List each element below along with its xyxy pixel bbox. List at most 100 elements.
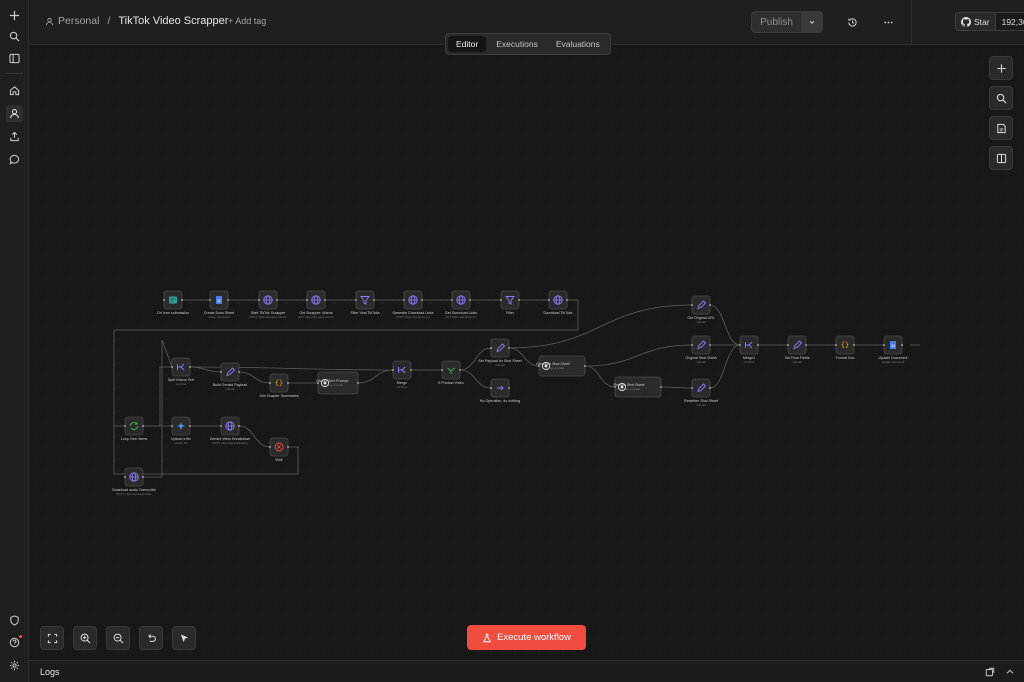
input-port[interactable]: [499, 298, 503, 302]
workflow-node[interactable]: Filter Viral TikToks: [350, 290, 380, 315]
input-port[interactable]: [170, 424, 174, 428]
output-port[interactable]: [237, 424, 241, 428]
connection-edge[interactable]: [238, 371, 271, 384]
workflow-node[interactable]: Download audio TranscribePOST: https://a…: [112, 467, 156, 496]
connection-edge[interactable]: [189, 366, 394, 371]
input-port[interactable]: [834, 343, 838, 347]
toggle-panel-button[interactable]: [989, 146, 1013, 170]
node-box[interactable]: [220, 362, 240, 382]
output-port[interactable]: [188, 424, 192, 428]
sticky-note-button[interactable]: [989, 116, 1013, 140]
input-port[interactable]: [219, 370, 223, 374]
output-port[interactable]: [226, 298, 230, 302]
output-port[interactable]: [804, 343, 808, 347]
output-port[interactable]: [852, 343, 856, 347]
input-port[interactable]: [268, 381, 272, 385]
pointer-mode-button[interactable]: [172, 626, 196, 650]
output-port[interactable]: [708, 343, 712, 347]
search-nodes-button[interactable]: [989, 86, 1013, 110]
connection-edge[interactable]: [459, 369, 492, 389]
workflow-node[interactable]: If Product Video: [438, 360, 464, 385]
output-port[interactable]: [286, 445, 290, 449]
input-port[interactable]: [489, 346, 493, 350]
node-box[interactable]: [490, 338, 510, 358]
workflow-node[interactable]: Get Download LinksGET: https://api.apify…: [445, 290, 478, 319]
workflow-node[interactable]: {} Join Chapter Summaries: [259, 373, 299, 398]
workflow-node[interactable]: Download TikToks: [544, 290, 573, 315]
workflow-node[interactable]: Set Final Fieldsmanual: [785, 335, 810, 364]
node-box[interactable]: [124, 416, 144, 436]
input-port[interactable]: [268, 445, 272, 449]
input-port[interactable]: [440, 368, 444, 372]
output-port[interactable]: [323, 298, 327, 302]
output-port[interactable]: [237, 370, 241, 374]
tab-evaluations[interactable]: Evaluations: [548, 36, 608, 52]
input-port[interactable]: [123, 424, 127, 428]
workflow-node[interactable]: Rewritten Shot Sheetmanual: [684, 378, 718, 407]
input-port[interactable]: [690, 386, 694, 390]
workflow-node[interactable]: Gemini Video BreakdownPOST: https://gene…: [210, 416, 251, 445]
workflow-node[interactable]: Generate Download LinksPOST: https://api…: [392, 290, 434, 319]
connection-edge[interactable]: [584, 365, 616, 388]
output-port[interactable]: [180, 298, 184, 302]
output-port[interactable]: [275, 298, 279, 302]
output-port[interactable]: [286, 381, 290, 385]
output-port[interactable]: [507, 386, 511, 390]
workflow-node[interactable]: Set Payload for Shot Sheetmanual: [478, 338, 522, 367]
connection-edge[interactable]: [357, 369, 394, 384]
workflow-node[interactable]: On form submission: [157, 290, 189, 315]
chevron-up-icon[interactable]: [1005, 667, 1015, 677]
connection-edge[interactable]: [709, 344, 741, 389]
output-port[interactable]: [565, 298, 569, 302]
input-port[interactable]: [489, 386, 493, 390]
workflow-node[interactable]: Get Scrapper VideosGET: https://api.apif…: [298, 290, 334, 319]
workflow-node[interactable]: Loop Over Items: [121, 416, 148, 441]
workflow-node[interactable]: Start TikTok ScrapperPOST: https://api.a…: [249, 290, 287, 319]
logs-panel[interactable]: Logs: [29, 660, 1024, 682]
input-port[interactable]: [402, 298, 406, 302]
zoom-in-button[interactable]: [73, 626, 97, 650]
connection-edge[interactable]: [584, 344, 693, 367]
output-port[interactable]: [468, 298, 472, 302]
workflow-node[interactable]: Original Shot Sheetmanual: [685, 335, 717, 364]
workflow-node[interactable]: Filter: [499, 290, 521, 315]
node-box[interactable]: [355, 290, 375, 310]
workflow-node[interactable]: Global Gem Promptmessage a model: [316, 371, 360, 395]
workflow-node[interactable]: {} Format Doc: [834, 335, 856, 360]
output-port[interactable]: [420, 298, 424, 302]
input-port[interactable]: [123, 475, 127, 479]
workflow-node[interactable]: Merge1combine: [738, 335, 760, 364]
output-port[interactable]: [188, 365, 192, 369]
output-port[interactable]: [372, 298, 376, 302]
output-port[interactable]: [583, 364, 587, 368]
tab-executions[interactable]: Executions: [488, 36, 546, 52]
input-port[interactable]: [690, 303, 694, 307]
output-port[interactable]: [409, 368, 413, 372]
output-port[interactable]: [356, 381, 360, 385]
node-box[interactable]: [691, 335, 711, 355]
connection-edge[interactable]: [508, 347, 540, 367]
input-port[interactable]: [354, 298, 358, 302]
undo-button[interactable]: [139, 626, 163, 650]
workflow-node[interactable]: Get Original URLmanual: [687, 295, 715, 324]
workflow-node[interactable]: Create Docs Sheetcreate: document: [204, 290, 234, 319]
connection-edge[interactable]: [660, 386, 693, 389]
output-port[interactable]: [517, 298, 521, 302]
node-box[interactable]: [441, 360, 461, 380]
connection-edge[interactable]: [143, 366, 172, 427]
workflow-node[interactable]: No Operation, do nothing: [480, 378, 520, 403]
input-port[interactable]: [738, 343, 742, 347]
output-port[interactable]: [458, 368, 462, 372]
input-port[interactable]: [450, 298, 454, 302]
workflow-node[interactable]: Split Videos Textcombine: [168, 357, 194, 386]
fit-view-button[interactable]: [40, 626, 64, 650]
workflow-node[interactable]: Mergecombine: [391, 360, 413, 389]
output-port[interactable]: [141, 424, 145, 428]
workflow-node[interactable]: Update Documentupdate: document: [879, 335, 908, 364]
popout-icon[interactable]: [985, 667, 995, 677]
output-port[interactable]: [708, 303, 712, 307]
input-port[interactable]: [547, 298, 551, 302]
output-port[interactable]: [756, 343, 760, 347]
tab-editor[interactable]: Editor: [448, 36, 487, 52]
execute-workflow-button[interactable]: Execute workflow: [467, 625, 586, 650]
